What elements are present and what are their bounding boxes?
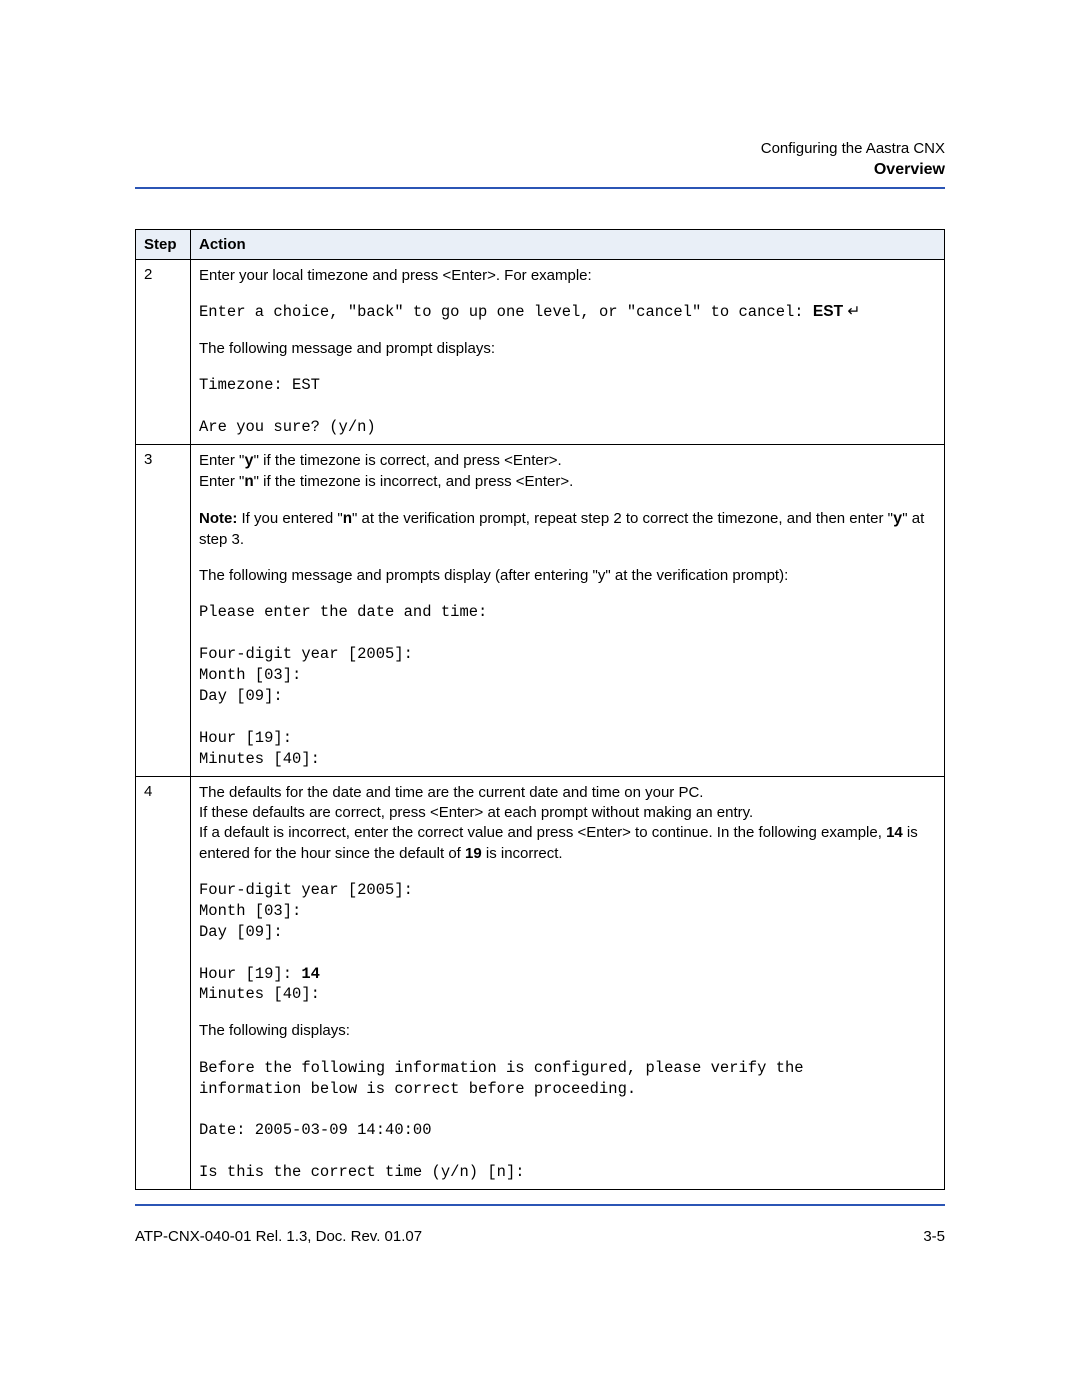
text: If a default is incorrect, enter the cor… [199,823,936,864]
section-title: Overview [135,161,945,179]
text: The following message and prompt display… [199,339,936,359]
page-footer: ATP-CNX-040-01 Rel. 1.3, Doc. Rev. 01.07… [135,1228,945,1245]
return-icon: ↵ [843,303,860,320]
page-header: Configuring the Aastra CNX Overview [135,140,945,179]
footer-right: 3-5 [923,1228,945,1245]
code: Four-digit year [2005]: Month [03]: Day … [199,880,936,1006]
table-row: 4 The defaults for the date and time are… [136,776,945,1189]
step-action: The defaults for the date and time are t… [191,776,945,1189]
text: The defaults for the date and time are t… [199,783,936,803]
step-number: 3 [136,445,191,777]
col-step: Step [136,230,191,260]
step-action: Enter your local timezone and press <Ent… [191,260,945,445]
step-number: 2 [136,260,191,445]
text: Enter "y" if the timezone is correct, an… [199,451,936,472]
text: The following message and prompts displa… [199,566,936,586]
note: Note: If you entered "n" at the verifica… [199,509,936,550]
step-action: Enter "y" if the timezone is correct, an… [191,445,945,777]
footer-left: ATP-CNX-040-01 Rel. 1.3, Doc. Rev. 01.07 [135,1228,422,1245]
chapter-title: Configuring the Aastra CNX [135,140,945,157]
code: Please enter the date and time: Four-dig… [199,602,936,769]
code: Timezone: EST Are you sure? (y/n) [199,375,936,438]
header-rule [135,187,945,189]
step-number: 4 [136,776,191,1189]
table-row: 2 Enter your local timezone and press <E… [136,260,945,445]
text: The following displays: [199,1021,936,1041]
page: Configuring the Aastra CNX Overview Step… [0,0,1080,1245]
table-row: 3 Enter "y" if the timezone is correct, … [136,445,945,777]
code: Before the following information is conf… [199,1058,936,1184]
steps-table: Step Action 2 Enter your local timezone … [135,229,945,1190]
text: Enter "n" if the timezone is incorrect, … [199,472,936,493]
footer-rule [135,1204,945,1206]
text: If these defaults are correct, press <En… [199,803,936,823]
col-action: Action [191,230,945,260]
code: Enter a choice, "back" to go up one leve… [199,302,936,323]
text: Enter your local timezone and press <Ent… [199,266,936,286]
